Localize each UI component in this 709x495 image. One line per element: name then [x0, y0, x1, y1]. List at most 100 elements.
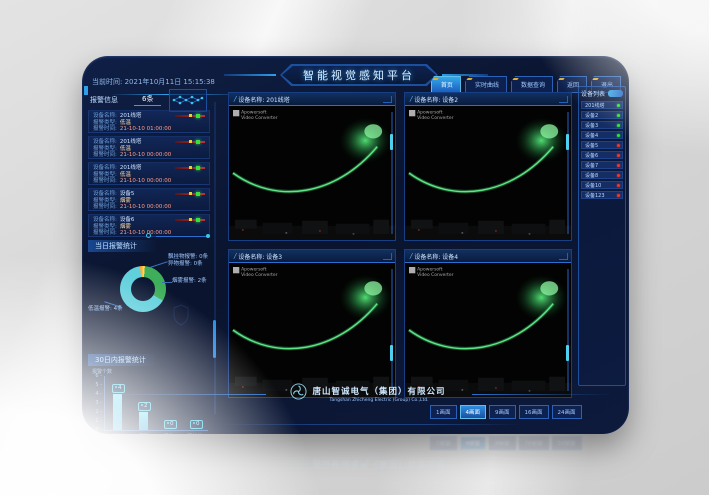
device-row-5[interactable]: 设备5 [581, 141, 623, 149]
alarm-level-slider[interactable] [175, 219, 205, 221]
device-row-6[interactable]: 设备6 [581, 151, 623, 159]
layout-button-9画面[interactable]: 9画面 [489, 436, 516, 450]
device-row-7[interactable]: 设备7 [581, 161, 623, 169]
video-scrollbar-track[interactable] [391, 112, 393, 234]
alarm-field-value: 低温 [120, 146, 131, 153]
slider-knob-yellow[interactable] [189, 192, 192, 195]
y-tick: 5 - [90, 382, 102, 388]
video-feed[interactable]: ApowersoftVideo Converter [405, 106, 571, 240]
layout-button-1画面[interactable]: 1画面 [430, 436, 457, 450]
layout-button-4画面[interactable]: 4画面 [460, 405, 487, 419]
sidebar-scrollbar-track[interactable] [214, 102, 216, 414]
video-feed[interactable]: ApowersoftVideo Converter [229, 263, 395, 397]
device-row-4[interactable]: 设备4 [581, 131, 623, 139]
slash-decoration-icon: / [410, 95, 412, 103]
slash-decoration-icon: / [234, 95, 236, 103]
sidebar-scrollbar-thumb[interactable] [213, 320, 216, 358]
slider-knob-green[interactable] [196, 114, 200, 118]
alarm-field-label: 报警时间: [93, 204, 117, 211]
device-row-2[interactable]: 设备2 [581, 111, 623, 119]
x-tick-label: 烟雾 [130, 433, 156, 434]
alarm-level-slider[interactable] [175, 141, 205, 143]
layout-button-24画面[interactable]: 24画面 [552, 405, 582, 419]
video-scrollbar-track[interactable] [567, 112, 569, 234]
shield-watermark-icon [172, 304, 190, 330]
alarm-card[interactable]: 设备名称:201线塔报警类型:低温报警时间:21-10-10 00:00:00 [88, 136, 210, 159]
slider-knob-green[interactable] [196, 192, 200, 196]
layout-button-9画面[interactable]: 9画面 [489, 405, 516, 419]
alarm-field-label: 设备名称: [93, 165, 117, 172]
video-scrollbar-thumb[interactable] [390, 134, 393, 150]
y-tick: 2 - [90, 409, 102, 415]
device-name: 设备8 [585, 172, 598, 179]
device-list-panel: 设备列表 201线塔设备2设备3设备4设备5设备6设备7设备8设备10设备123 [578, 86, 626, 386]
slider-knob-yellow[interactable] [189, 166, 192, 169]
slider-knob-green[interactable] [196, 218, 200, 222]
video-scrollbar-track[interactable] [391, 269, 393, 391]
video-panel-2: /设备名称: 设备2ApowersoftVideo Converter [404, 92, 572, 241]
device-row-9[interactable]: 设备10 [581, 181, 623, 189]
nav-button-3[interactable]: 数据查询 [511, 76, 553, 93]
alarm-card[interactable]: 设备名称:201线塔报警类型:低温报警时间:21-10-10 00:00:00 [88, 162, 210, 185]
screen-layout-buttons: 1画面4画面9画面16画面24画面 [430, 405, 582, 419]
device-row-10[interactable]: 设备123 [581, 191, 623, 199]
alarm-level-slider[interactable] [175, 193, 205, 195]
dashboard-screen: 当前时间: 2021年10月11日 15:15:38 智能视觉感知平台 首页实时… [82, 56, 629, 434]
device-name: 设备2 [585, 112, 598, 119]
alarm-field-value: 21-10-10 01:00:00 [120, 126, 171, 133]
alarm-field-value: 烟雾 [120, 198, 131, 205]
alarm-field-label: 报警时间: [93, 126, 117, 133]
alarm-field-value: 设备6 [120, 217, 135, 224]
alarm-field-label: 设备名称: [93, 113, 117, 120]
slider-knob-yellow[interactable] [189, 114, 192, 117]
video-scrollbar-thumb[interactable] [566, 345, 569, 361]
device-status-dot [617, 114, 620, 117]
y-tick: 6 - [90, 373, 102, 379]
nav-button-1[interactable]: 首页 [431, 76, 461, 93]
alarm-field-label: 设备名称: [93, 191, 117, 198]
device-search-button[interactable] [608, 90, 623, 97]
layout-button-16画面[interactable]: 16画面 [519, 405, 549, 419]
video-feed[interactable]: ApowersoftVideo Converter [229, 106, 395, 240]
video-panel-title: 设备名称: 设备3 [238, 252, 282, 261]
slider-knob-green[interactable] [196, 140, 200, 144]
video-panel-header: /设备名称: 设备3 [229, 250, 395, 263]
video-scrollbar-thumb[interactable] [566, 134, 569, 150]
monitor-reflection: 唐山智诚电气（集团）有限公司 Tangshan Zhicheng Electri… [82, 436, 629, 478]
alarm-field-value: 21-10-10 00:00:00 [120, 152, 171, 159]
bar-value-badge: 2 [138, 402, 151, 411]
device-name: 设备123 [585, 192, 605, 199]
network-topology-icon [169, 89, 207, 112]
watermark: ApowersoftVideo Converter [233, 110, 278, 121]
monthly-stats-title: 30日内报警统计 [88, 354, 174, 366]
alarm-card[interactable]: 设备名称:设备5报警类型:烟雾报警时间:21-10-10 00:00:00 [88, 188, 210, 211]
footer-line-right [472, 394, 612, 395]
slider-knob-green[interactable] [196, 166, 200, 170]
watermark: ApowersoftVideo Converter [233, 267, 278, 278]
layout-button-1画面[interactable]: 1画面 [430, 405, 457, 419]
device-row-1[interactable]: 201线塔 [581, 101, 623, 109]
layout-button-24画面[interactable]: 24画面 [552, 436, 582, 450]
device-row-8[interactable]: 设备8 [581, 171, 623, 179]
daily-alarm-stats-section: 当日报警统计 飘挂物报警: 0条异物报警: 0条 烟雾报警: 2条 低温报警: … [88, 240, 214, 340]
y-tick: 4 - [90, 391, 102, 397]
alarm-level-slider[interactable] [175, 115, 205, 117]
layout-button-16画面[interactable]: 16画面 [519, 436, 549, 450]
alarm-panel-title: 报警信息 [90, 95, 118, 105]
slider-knob-yellow[interactable] [189, 218, 192, 221]
alarm-card[interactable]: 设备名称:201线塔报警类型:低温报警时间:21-10-10 01:00:00 [88, 110, 210, 133]
nav-button-2[interactable]: 实时曲线 [465, 76, 507, 93]
alarm-field-value: 201线塔 [120, 113, 142, 120]
video-feed[interactable]: ApowersoftVideo Converter [405, 263, 571, 397]
company-name-en: Tangshan Zhicheng Electric (Group) Co.,L… [329, 397, 428, 402]
video-scrollbar-track[interactable] [567, 269, 569, 391]
device-row-3[interactable]: 设备3 [581, 121, 623, 129]
layout-button-4画面[interactable]: 4画面 [460, 436, 487, 450]
alarm-level-slider[interactable] [175, 167, 205, 169]
alarm-field-value: 21-10-10 00:00:00 [120, 178, 171, 185]
slider-knob-yellow[interactable] [189, 140, 192, 143]
daily-alarm-donut-chart [120, 266, 166, 312]
video-scrollbar-thumb[interactable] [390, 345, 393, 361]
current-time: 当前时间: 2021年10月11日 15:15:38 [92, 77, 215, 87]
platform-title-plate: 智能视觉感知平台 [280, 64, 438, 86]
